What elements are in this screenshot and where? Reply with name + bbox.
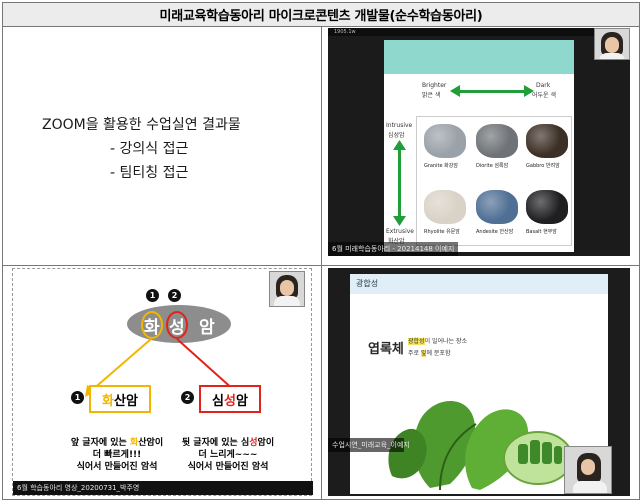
arrow-down-icon [393,216,406,226]
rock-sample-label: Diorite 섬록암 [476,163,509,169]
intro-item-teamteaching: - 팀티칭 접근 [110,165,189,181]
depth-arrow [398,144,401,220]
presenter-thumbnail [594,28,630,60]
rock-sample-image [424,124,466,158]
box1-highlight-char: 화 [102,393,115,409]
extrusive-label: Extrusive [386,228,414,235]
highlight-ring-hwa [141,311,163,339]
video-caption: 수업시연_미래교육_이예지 [328,438,410,452]
video-caption: 6월 학습동아리 영상_20200731_박주영 [13,481,313,495]
desc1-line3: 식어서 만들어진 암석 [76,462,158,472]
rock-sample-image [526,124,568,158]
slide-header-title: 광합성 [356,279,379,288]
slide-header-band [350,274,608,294]
table-title: 미래교육학습동아리 마이크로콘텐츠 개발물(순수학습동아리) [3,3,639,27]
rock-sample-label: Gabbro 반려암 [526,163,560,169]
chloroplast-line-1: 광합성이 일어나는 장소 [408,336,467,345]
rock-sample-image [476,190,518,224]
rock-sample-label: Granite 화강암 [424,163,458,169]
video-caption: 6월 미래학습동아리 - 20214148 이예지 [328,242,458,256]
column-divider [321,27,322,499]
arrow-up-icon [393,140,406,150]
line1-rest: 이 일어나는 장소 [424,338,468,345]
video-toolbar-text: 1905.1w [334,29,356,35]
intro-heading: ZOOM을 활용한 수업실연 결과물 [42,117,241,133]
rock-sample-label: Rhyolite 유문암 [424,229,460,235]
intro-cell: ZOOM을 활용한 수업실연 결과물 - 강의식 접근 - 팀티칭 접근 [6,28,314,258]
arrow-left-icon [450,85,460,97]
intro-item-lecture: - 강의식 접근 [110,141,189,157]
intrusive-label: Intrusive [386,122,413,129]
rock-sample-image [476,124,518,158]
plutonic-rock-description: 뒷 글자에 있는 심성암이 더 느리게~~~ 식어서 만들어진 암석 [173,437,283,473]
highlight-ring-seong [166,311,188,339]
presenter-thumbnail [564,446,612,494]
desc2-line3: 식어서 만들어진 암석 [187,462,269,472]
line2-pre: 주로 [408,350,421,357]
box2-rest: 암 [235,393,248,409]
number-badge-1-lower: 1 [71,391,84,404]
rock-sample-label: Andesite 안산암 [476,229,514,235]
line1-highlight: 광합성 [408,338,425,345]
brighter-ko-label: 밝은 색 [422,92,441,99]
box2-highlight-char: 성 [224,393,236,409]
desc2-line1-post: 암이 [257,438,275,448]
rock-slide: Brighter 밝은 색 Dark 어두운 색 Intrusive 심성암 E… [384,40,574,252]
number-badge-2-lower: 2 [181,391,194,404]
desc2-line1-hl: 성 [249,438,258,448]
box2-prefix: 심 [212,393,225,409]
chloroplast-line-2: 주로 잎에 분포함 [408,348,450,357]
rock-sample-image [526,190,568,224]
volcanic-rock-description: 앞 글자에 있는 화산암이 더 빠르게!!! 식어서 만들어진 암석 [65,437,169,473]
char-am: 암 [199,318,215,338]
desc1-line1-pre: 앞 글자에 있는 [70,438,130,448]
rock-video-panel[interactable]: 1905.1w Brighter 밝은 색 Dark 어두운 색 Intrusi… [328,28,630,256]
intrusive-ko-label: 심성암 [388,132,405,139]
leaf-illustration [388,401,573,491]
line2-rest: 에 분포함 [426,350,451,357]
arrow-right-icon [524,85,534,97]
volcanic-rock-box: 화 산암 [89,385,151,413]
brightness-arrow [456,90,528,93]
desc2-line1-pre: 뒷 글자에 있는 심 [181,438,250,448]
dark-ko-label: 어두운 색 [532,92,556,99]
rock-sample-image [424,190,466,224]
rock-sample-label: Basalt 현무암 [526,229,557,235]
box1-rest: 산암 [114,393,138,409]
igneous-rock-panel[interactable]: 화 성 암 1 2 1 화 산암 2 심성암 앞 글자에 있는 화산암이 더 빠르… [12,268,313,496]
video-toolbar: 1905.1w [328,28,630,36]
dark-label: Dark [536,82,551,89]
brighter-label: Brighter [422,82,447,89]
desc2-line2: 더 느리게~~~ [198,450,258,460]
desc1-line1-post: 산암이 [138,438,164,448]
plutonic-rock-box: 심성암 [199,385,261,413]
chloroplast-heading: 엽록체 [368,342,404,357]
number-badge-2: 2 [168,289,181,302]
photosynthesis-video-panel[interactable]: 광합성 엽록체 광합성이 일어나는 장소 주로 잎에 분포함 수업시연_미래교육… [328,268,630,496]
number-badge-1: 1 [146,289,159,302]
presenter-thumbnail [269,271,305,307]
desc1-line2: 더 빠르게!!! [92,450,142,460]
slide-header-band [384,40,574,74]
